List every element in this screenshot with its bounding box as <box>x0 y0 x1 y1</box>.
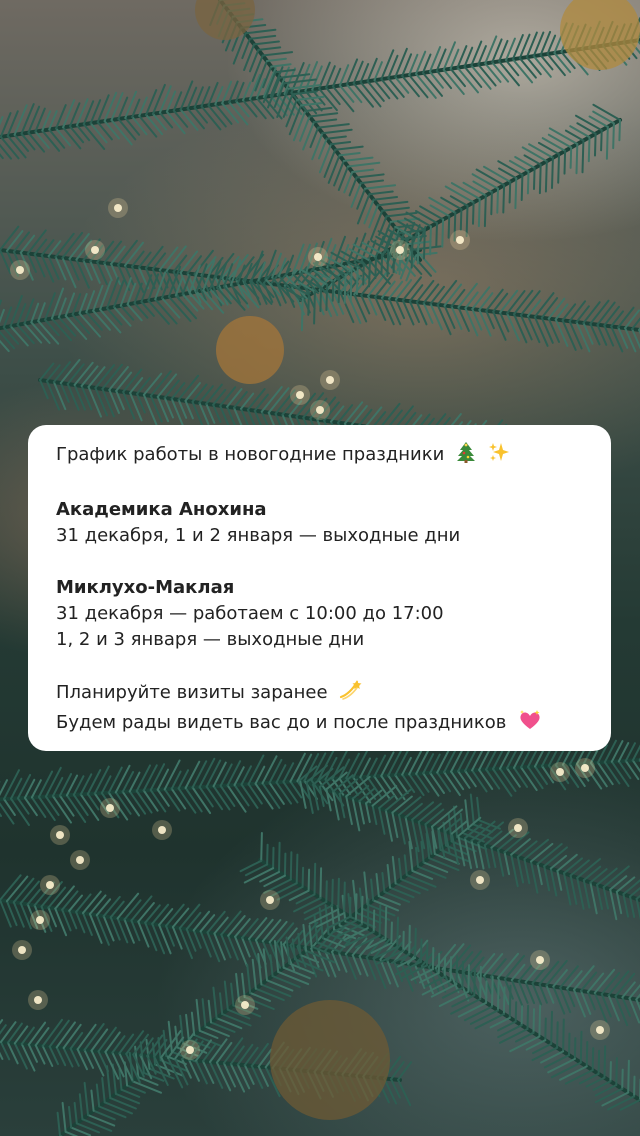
closing-line-2-row: Будем рады видеть вас до и после праздни… <box>56 709 583 739</box>
sparkles-icon <box>488 441 510 471</box>
location-miklukho-hours-dec31: 31 декабря — работаем с 10:00 до 17:00 <box>56 603 444 624</box>
shooting-star-icon <box>339 679 363 709</box>
sparkling-heart-icon <box>518 709 542 739</box>
story-canvas: График работы в новогодние праздники Ака… <box>0 0 640 1136</box>
closing-line-1: Планируйте визиты заранее <box>56 682 328 703</box>
closing-line-1-row: Планируйте визиты заранее <box>56 679 583 709</box>
schedule-title: График работы в новогодние праздники <box>56 444 445 465</box>
schedule-title-row: График работы в новогодние праздники <box>56 441 583 471</box>
location-name-miklukho-maklaya: Миклухо-Маклая <box>56 577 235 598</box>
holiday-schedule-card: График работы в новогодние праздники Ака… <box>28 425 611 751</box>
location-miklukho-hours-jan: 1, 2 и 3 января — выходные дни <box>56 629 365 650</box>
closing-line-2: Будем рады видеть вас до и после праздни… <box>56 712 507 733</box>
christmas-tree-icon <box>456 441 476 471</box>
location-name-anokhina: Академика Анохина <box>56 499 267 520</box>
location-anokhina-hours: 31 декабря, 1 и 2 января — выходные дни <box>56 525 461 546</box>
